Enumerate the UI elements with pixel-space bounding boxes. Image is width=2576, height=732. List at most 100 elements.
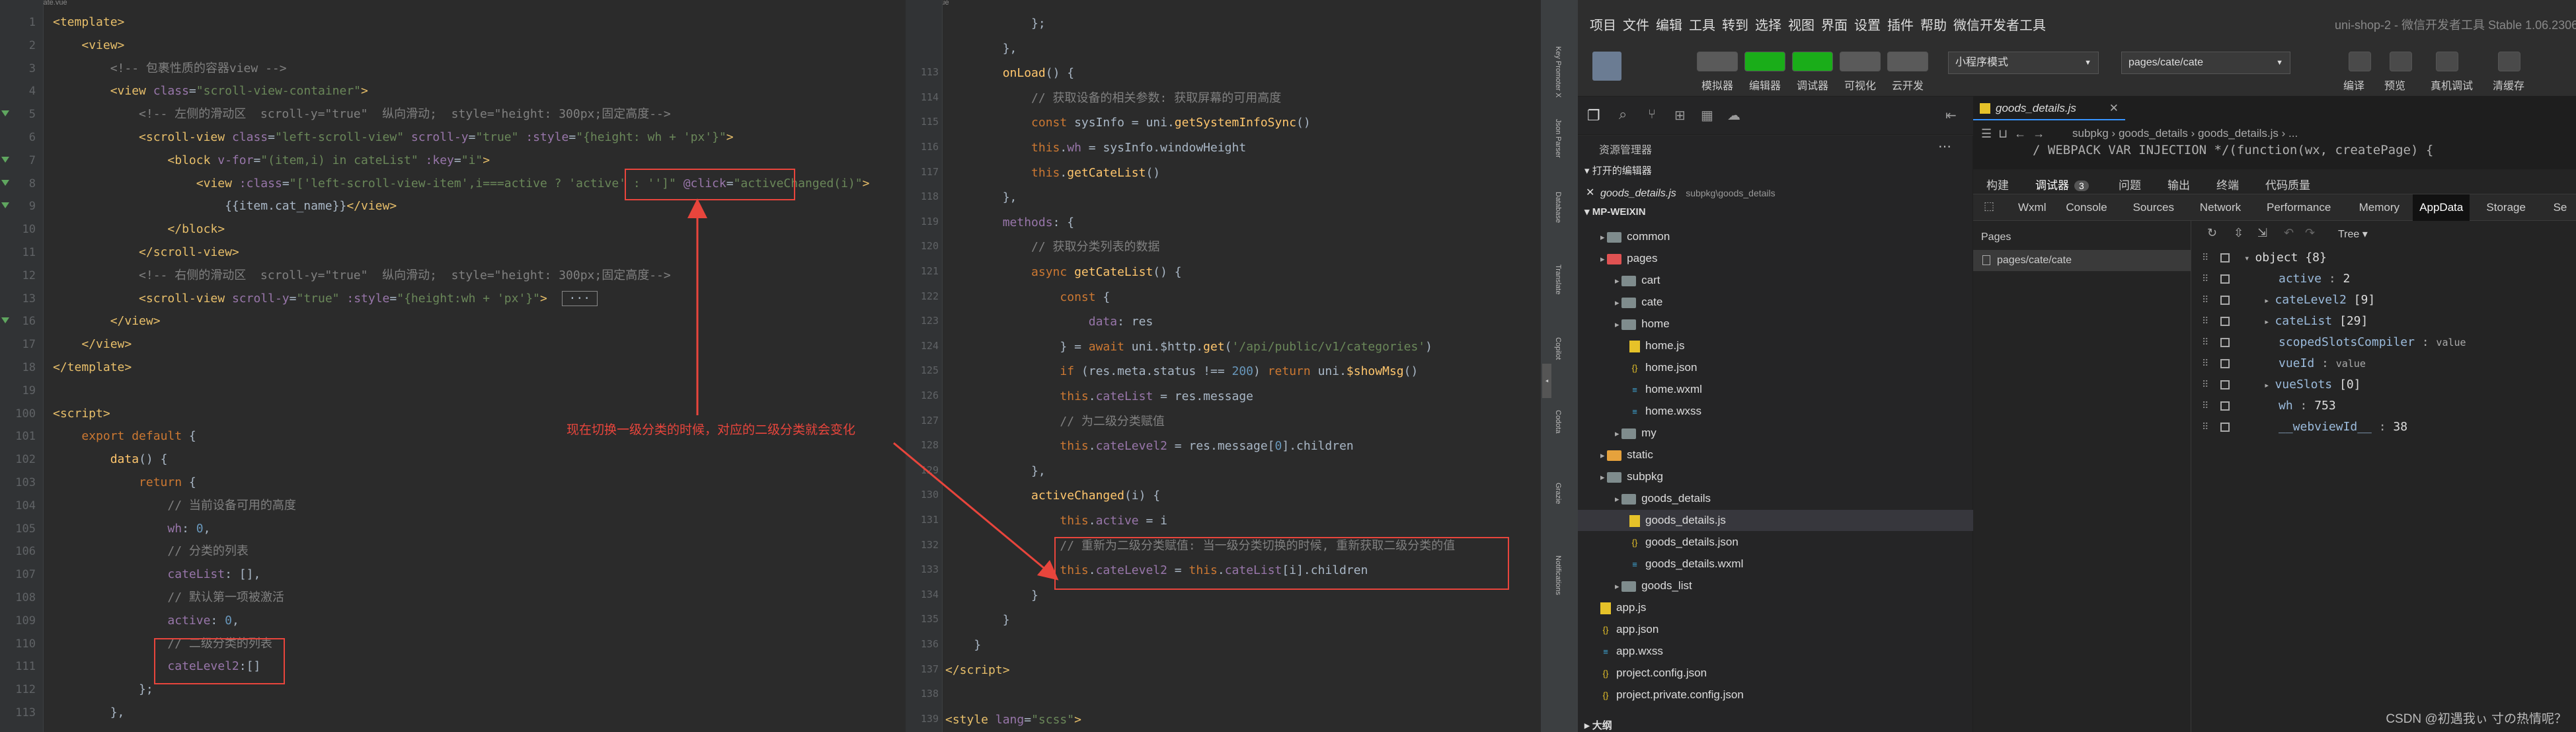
side-tab-0[interactable]: Key Promoter X [1554, 46, 1562, 98]
file-tree-item[interactable]: ≡ app.wxss [1578, 641, 1973, 662]
breadcrumb-item[interactable]: goods_details [2119, 127, 2188, 140]
devtool-tab-0[interactable]: Wxml [2011, 194, 2052, 221]
devtool-tab-1[interactable]: Console [2059, 194, 2113, 221]
drag-handle-icon[interactable]: ⠿ [2202, 252, 2208, 263]
appdata-row[interactable]: ▸ cateList [29] [2264, 311, 2368, 332]
menu-item-10[interactable]: 帮助 [1920, 15, 1947, 34]
expand-all-icon[interactable]: ⇳ [2234, 226, 2244, 240]
open-editors-header[interactable]: ▾ 打开的编辑器 [1584, 163, 1652, 177]
appdata-row[interactable]: ▸ vueSlots [0] [2264, 374, 2361, 395]
view-select[interactable]: Tree ▾ [2338, 227, 2368, 241]
appdata-value[interactable]: 38 [2393, 420, 2407, 434]
checkbox[interactable] [2220, 401, 2230, 411]
devtool-tab-5[interactable]: Memory [2353, 194, 2406, 221]
toolbar-button-1[interactable] [1744, 52, 1785, 71]
right-button-icon[interactable] [2498, 52, 2520, 71]
breadcrumb-item[interactable]: subpkg [2072, 127, 2109, 140]
file-tree-item[interactable]: app.js [1578, 597, 1973, 618]
panel-tab-2[interactable]: 问题 [2119, 176, 2141, 192]
expanded-icon[interactable]: ▾ [2244, 253, 2249, 264]
appdata-row[interactable]: scopedSlotsCompiler : value [2264, 332, 2466, 353]
collapsed-icon[interactable]: ▸ [2264, 296, 2269, 306]
menu-item-4[interactable]: 转到 [1722, 15, 1748, 34]
file-tree-item[interactable]: ▸ goods_details [1578, 488, 1973, 509]
file-tree-item[interactable]: {} home.json [1578, 357, 1973, 378]
collapsed-icon[interactable]: ▸ [2264, 380, 2269, 391]
collapse-arrow-icon[interactable]: ◂ [1542, 364, 1551, 398]
file-tree-item[interactable]: home.js [1578, 335, 1973, 356]
file-tree-item[interactable]: ≡ goods_details.wxml [1578, 553, 1973, 575]
file-tree-item[interactable]: ▸ home [1578, 313, 1973, 335]
outline-header[interactable]: ▸ 大纲 [1584, 718, 1612, 732]
menu-item-2[interactable]: 编辑 [1656, 15, 1682, 34]
file-tree-item[interactable]: ▸ subpkg [1578, 466, 1973, 487]
appdata-row[interactable]: vueId : value [2264, 353, 2366, 374]
undo-icon[interactable]: ↶ [2284, 226, 2294, 240]
file-tree-item[interactable]: ▸ static [1578, 444, 1973, 466]
dt-editor-tab[interactable]: goods_details.js ✕ [1973, 97, 2125, 120]
drag-handle-icon[interactable]: ⠿ [2202, 315, 2208, 327]
drag-handle-icon[interactable]: ⠿ [2202, 421, 2208, 432]
menu-item-3[interactable]: 工具 [1689, 15, 1715, 34]
file-tree-item[interactable]: ≡ home.wxss [1578, 401, 1973, 422]
menu-item-8[interactable]: 设置 [1854, 15, 1881, 34]
appdata-value[interactable]: value [2436, 337, 2466, 348]
appdata-value[interactable]: 753 [2314, 399, 2336, 413]
right-button-icon[interactable] [2436, 52, 2458, 71]
toolbar-button-4[interactable] [1887, 52, 1928, 71]
file-tree-item[interactable]: ▸ cart [1578, 270, 1973, 291]
menu-item-0[interactable]: 项目 [1590, 15, 1616, 34]
appdata-row[interactable]: ▾ object {8} [2244, 247, 2327, 268]
panel-tab-3[interactable]: 输出 [2167, 176, 2190, 192]
appdata-row[interactable]: wh : 753 [2264, 395, 2336, 417]
appdata-row[interactable]: active : 2 [2264, 268, 2350, 290]
file-tree-item[interactable]: ≡ home.wxml [1578, 379, 1973, 400]
file-tree-item[interactable]: ▸ common [1578, 226, 1973, 247]
breadcrumb-item[interactable]: ... [2288, 127, 2298, 140]
files-icon[interactable]: ❐ [1587, 107, 1600, 124]
file-tree-item[interactable]: goods_details.js [1578, 510, 1973, 531]
inspect-icon[interactable]: ⬚ [1984, 200, 1994, 213]
side-tab-5[interactable]: Codota [1554, 410, 1562, 433]
refresh-icon[interactable]: ↻ [2207, 226, 2217, 240]
file-tree-item[interactable]: {} app.json [1578, 619, 1973, 640]
checkbox[interactable] [2220, 274, 2230, 284]
toolbar-button-0[interactable] [1697, 52, 1738, 71]
side-tab-3[interactable]: Translate [1554, 264, 1562, 294]
page-select[interactable]: pages/cate/cate ▼ [2121, 52, 2290, 74]
close-icon[interactable]: ✕ [2109, 97, 2119, 120]
side-tab-1[interactable]: Json Parser [1554, 119, 1562, 158]
menu-item-1[interactable]: 文件 [1623, 15, 1649, 34]
appdata-value[interactable]: value [2336, 358, 2366, 370]
right-button-icon[interactable] [2390, 52, 2412, 71]
drag-handle-icon[interactable]: ⠿ [2202, 358, 2208, 369]
search-icon[interactable]: ⌕ [1619, 106, 1627, 123]
right-button-icon[interactable] [2349, 52, 2371, 71]
panel-tab-4[interactable]: 终端 [2216, 176, 2239, 192]
checkbox[interactable] [2220, 338, 2230, 347]
collapse-all-icon[interactable]: ⇲ [2257, 226, 2267, 240]
file-tree-item[interactable]: ▸ goods_list [1578, 575, 1973, 596]
checkbox[interactable] [2220, 359, 2230, 368]
toolbar-button-3[interactable] [1840, 52, 1881, 71]
checkbox[interactable] [2220, 296, 2230, 305]
devtool-tab-3[interactable]: Network [2193, 194, 2247, 221]
appdata-value[interactable]: 2 [2343, 272, 2351, 286]
side-tab-4[interactable]: Copilot [1554, 337, 1562, 360]
source-control-icon[interactable]: ⑂ [1648, 107, 1656, 122]
checkbox[interactable] [2220, 317, 2230, 326]
file-tree-item[interactable]: ▸ my [1578, 423, 1973, 444]
file-tree-item[interactable]: {} goods_details.json [1578, 532, 1973, 553]
menu-item-9[interactable]: 插件 [1887, 15, 1914, 34]
devtool-tab-6[interactable]: AppData [2413, 194, 2470, 221]
mode-select[interactable]: 小程序模式 ▼ [1948, 52, 2099, 74]
checkbox[interactable] [2220, 253, 2230, 263]
cloud-icon[interactable]: ☁ [1727, 107, 1740, 124]
checkbox[interactable] [2220, 423, 2230, 432]
drag-handle-icon[interactable]: ⠿ [2202, 400, 2208, 411]
file-tree-item[interactable]: {} project.private.config.json [1578, 684, 1973, 706]
menu-item-7[interactable]: 界面 [1821, 15, 1848, 34]
file-tree-item[interactable]: ▸ pages [1578, 248, 1973, 269]
close-icon[interactable]: ✕ [1586, 183, 1594, 203]
collapse-panel-icon[interactable]: ⇤ [1945, 107, 1957, 124]
